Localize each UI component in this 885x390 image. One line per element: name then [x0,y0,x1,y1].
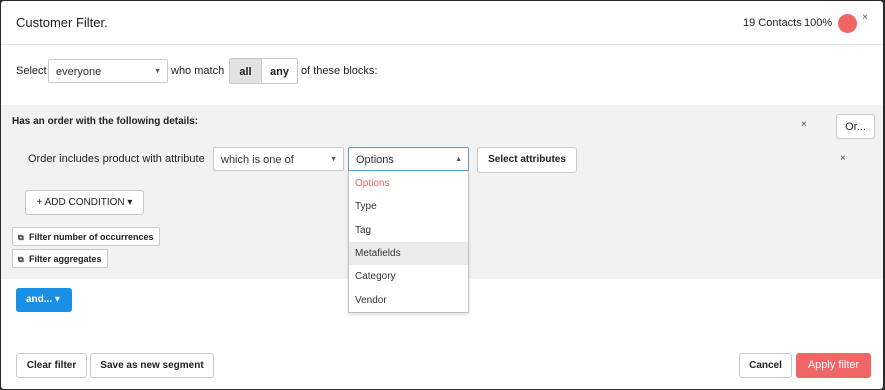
save-segment-button[interactable]: Save as new segment [90,353,214,378]
and-button[interactable]: and... ▾ [16,288,72,312]
apply-filter-button[interactable]: Apply filter [796,353,871,378]
stack-icon: ⧉ [18,233,24,242]
modal-title: Customer Filter. [16,15,108,30]
dropdown-item-type[interactable]: Type [349,195,468,218]
dropdown-item-metafields[interactable]: Metafields [349,242,468,265]
filter-occurrences-label: Filter number of occurrences [29,232,154,242]
attribute-dropdown-menu: Options Type Tag Metafields Category Ven… [348,171,469,313]
attribute-select[interactable]: Options ▲ [348,147,469,171]
condition-label: Order includes product with attribute [28,153,205,165]
dropdown-item-options[interactable]: Options [349,172,468,195]
status-dot-icon [838,14,857,33]
filter-aggregates-label: Filter aggregates [29,254,102,264]
filter-aggregates-button[interactable]: ⧉ Filter aggregates [12,249,108,268]
contacts-count: 19 Contacts [743,17,802,29]
blocks-label: of these blocks: [301,65,378,77]
block-title: Has an order with the following details: [12,116,199,127]
attribute-value: Options [356,154,394,166]
modal-header: Customer Filter. 19 Contacts 100% × [1,1,883,45]
operator-select[interactable]: which is one of ▼ [213,147,344,171]
dropdown-item-category[interactable]: Category [349,265,468,288]
copy-icon: ⧉ [18,255,24,264]
dropdown-item-vendor[interactable]: Vendor [349,289,468,312]
chevron-down-icon: ▼ [330,156,337,163]
cancel-button[interactable]: Cancel [739,353,792,378]
add-condition-button[interactable]: + ADD CONDITION ▾ [25,190,144,215]
remove-condition-button[interactable]: × [840,153,846,164]
match-any-button[interactable]: any [261,58,298,84]
customer-filter-modal: Customer Filter. 19 Contacts 100% × Sele… [1,1,883,389]
audience-value: everyone [56,66,102,78]
remove-block-button[interactable]: × [801,119,807,130]
operator-value: which is one of [221,154,294,166]
close-modal-button[interactable]: × [862,12,868,23]
contacts-percent: 100% [804,17,833,29]
who-match-label: who match [171,65,225,77]
filter-occurrences-button[interactable]: ⧉ Filter number of occurrences [12,227,160,246]
clear-filter-button[interactable]: Clear filter [16,353,87,378]
select-label: Select [16,65,47,77]
match-all-button[interactable]: all [229,58,262,84]
or-button[interactable]: Or... [836,114,875,139]
audience-select[interactable]: everyone ▼ [48,59,168,83]
chevron-down-icon: ▼ [154,68,161,75]
select-attributes-button[interactable]: Select attributes [477,147,577,173]
dropdown-item-tag[interactable]: Tag [349,219,468,242]
chevron-up-icon: ▲ [455,156,462,163]
